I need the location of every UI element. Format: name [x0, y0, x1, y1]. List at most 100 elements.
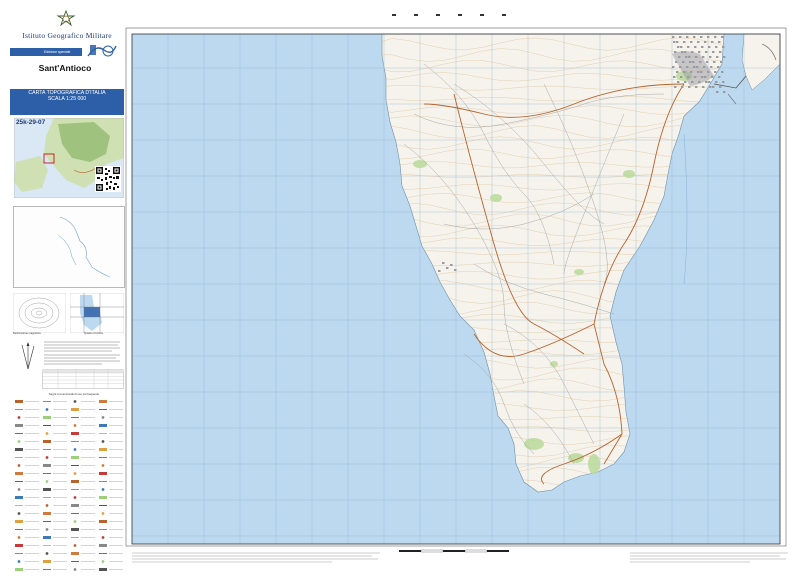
legend-point	[101, 440, 105, 443]
legend-point	[101, 464, 105, 467]
building-block	[673, 41, 676, 43]
building-block	[713, 61, 716, 63]
building-block	[686, 36, 689, 38]
legend-swatch	[43, 536, 51, 539]
building-block	[676, 41, 679, 43]
building-block	[672, 36, 675, 38]
building-block	[708, 46, 711, 48]
legend-swatch	[15, 544, 23, 547]
building-block	[715, 46, 718, 48]
legend-point	[101, 536, 105, 539]
legend-swatch	[71, 408, 79, 411]
legend-point	[45, 432, 49, 435]
legend-point	[45, 552, 49, 555]
legend-swatch	[15, 568, 23, 571]
legend-point	[45, 504, 49, 507]
building-block	[722, 46, 725, 48]
building-block	[674, 86, 677, 88]
legend-swatch	[43, 512, 51, 515]
legend-point	[45, 408, 49, 411]
legend-swatch	[99, 424, 107, 427]
map-canvas[interactable]	[124, 24, 790, 548]
building-block	[717, 66, 720, 68]
building-block	[679, 36, 682, 38]
building-block	[715, 81, 718, 83]
village-building	[450, 264, 453, 266]
legend-point	[101, 560, 105, 563]
vegetation-patch	[413, 160, 427, 168]
building-block	[719, 51, 722, 53]
building-block	[721, 71, 724, 73]
building-block	[704, 41, 707, 43]
building-block	[716, 91, 719, 93]
building-block	[687, 46, 690, 48]
edition-label: Edizione speciale	[44, 50, 71, 54]
building-block	[677, 46, 680, 48]
building-block	[710, 66, 713, 68]
org-name: Istituto Geografico Militare	[22, 31, 112, 40]
assembly-caption: Quadro d'unione	[84, 332, 104, 335]
legend-swatch	[99, 472, 107, 475]
building-block	[707, 36, 710, 38]
building-block	[722, 81, 725, 83]
legend-point	[17, 536, 21, 539]
building-block	[705, 51, 708, 53]
legend-swatch	[99, 400, 107, 403]
legend-swatch	[43, 488, 51, 491]
magnetic-declination-diagram	[13, 293, 66, 333]
overview-sketch-panel	[13, 206, 125, 288]
topographic-map[interactable]	[124, 24, 790, 548]
legend-point	[17, 416, 21, 419]
legend-swatch	[71, 432, 79, 435]
legend-point	[101, 416, 105, 419]
legend-swatch	[43, 440, 51, 443]
footer-notes-left	[132, 552, 380, 563]
legend-swatch	[15, 448, 23, 451]
vegetation-patch	[524, 438, 544, 450]
building-block	[690, 41, 693, 43]
legend-point	[45, 480, 49, 483]
anniversary-logo	[87, 45, 117, 57]
legend-point	[17, 560, 21, 563]
building-block	[718, 41, 721, 43]
vegetation-patch	[588, 454, 600, 474]
legend-point	[17, 464, 21, 467]
legend-swatch	[99, 520, 107, 523]
legend-point	[45, 456, 49, 459]
declination-caption: Declinazione magnetica	[13, 332, 41, 335]
legend-swatch	[15, 496, 23, 499]
building-block	[677, 81, 680, 83]
building-block	[694, 46, 697, 48]
village-building	[438, 270, 441, 272]
legend-swatch	[71, 480, 79, 483]
legend-swatch	[99, 496, 107, 499]
sheet-assembly-diagram	[70, 293, 124, 333]
building-block	[688, 86, 691, 88]
top-grid-labels	[392, 14, 506, 16]
building-block	[712, 51, 715, 53]
map-notes-block	[44, 341, 120, 365]
legend-point	[17, 488, 21, 491]
legend-swatch	[71, 528, 79, 531]
legend-swatch	[15, 424, 23, 427]
building-block	[718, 76, 721, 78]
building-block	[709, 86, 712, 88]
legend-swatch	[43, 464, 51, 467]
village-building	[454, 269, 457, 271]
building-block	[702, 86, 705, 88]
building-block	[723, 91, 726, 93]
building-block	[711, 41, 714, 43]
title-box: CARTA TOPOGRAFICA D'ITALIA SCALA 1:25 00…	[10, 89, 124, 115]
map-scale-title: SCALA 1:25 000	[47, 96, 87, 102]
building-block	[697, 41, 700, 43]
sheet-code: 25k-29-07	[16, 119, 46, 126]
building-block	[709, 56, 712, 58]
legend-point	[101, 488, 105, 491]
building-block	[708, 81, 711, 83]
qr-code	[95, 166, 121, 192]
vegetation-patch	[574, 269, 584, 275]
building-block	[723, 56, 726, 58]
building-block	[714, 71, 717, 73]
legend-point	[73, 544, 77, 547]
building-block	[721, 36, 724, 38]
